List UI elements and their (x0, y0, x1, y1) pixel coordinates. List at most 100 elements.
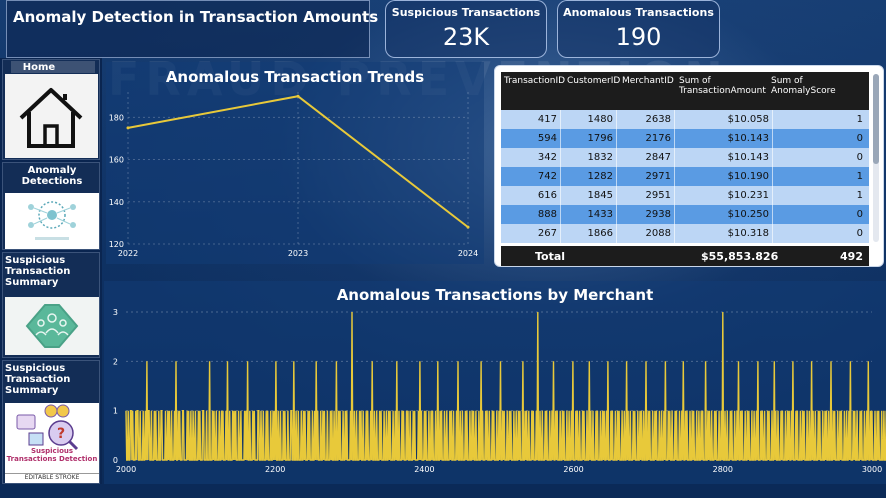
column-divider (674, 167, 675, 186)
thumb-caption: EDITABLE STROKE (5, 473, 99, 481)
table-cell: 1480 (587, 114, 613, 125)
table-cell: 2088 (645, 228, 671, 239)
table-cell: $10.318 (727, 228, 769, 239)
chart-title: Anomalous Transactions by Merchant (336, 286, 654, 304)
table-cell: $10.231 (727, 190, 769, 201)
kpi-card-suspicious[interactable]: Suspicious Transactions 23K (385, 0, 547, 58)
table-cell: 0 (856, 133, 863, 144)
svg-text:?: ? (57, 426, 65, 442)
column-header[interactable]: Sum of AnomalyScore (771, 76, 869, 96)
home-icon (5, 74, 98, 158)
table-cell: $10.143 (727, 152, 769, 163)
table-cell: 0 (856, 228, 863, 239)
table-cell: 0 (856, 152, 863, 163)
table-cell: 2938 (645, 209, 671, 220)
title-box: Anomaly Detection in Transaction Amounts (6, 0, 378, 58)
sidebar-item-label: Anomaly Detections (21, 165, 83, 187)
table-cell: 1 (856, 171, 863, 182)
table-cell: 267 (537, 228, 557, 239)
trend-line-chart: 120 140 160 180 2022 2023 2024 (109, 92, 478, 258)
table-row[interactable]: 342 1832 2847 $10.143 0 (501, 148, 869, 167)
table-cell: 888 (537, 209, 557, 220)
kpi-value: 190 (615, 23, 662, 51)
table-row[interactable]: 888 1433 2938 $10.250 0 (501, 205, 869, 224)
x-tick-label: 2022 (118, 249, 138, 258)
sidebar-item-suspicious-summary[interactable]: Suspicious Transaction Summary (2, 252, 100, 358)
table-cell: 2971 (645, 171, 671, 182)
table-cell: 1832 (587, 152, 613, 163)
y-tick-label: 180 (109, 113, 124, 122)
column-header[interactable]: CustomerID (567, 76, 620, 86)
x-tick-label: 2200 (265, 465, 285, 474)
transactions-table: TransactionID CustomerID MerchantID Sum … (494, 65, 884, 267)
fraud-detection-icon: ? Suspicious Transactions Detection EDIT… (5, 403, 99, 483)
sidebar-item-anomaly-detections[interactable]: Anomaly Detections (2, 162, 100, 250)
table-cell: 2638 (645, 114, 671, 125)
total-label: Total (535, 250, 566, 263)
table-cell: 2951 (645, 190, 671, 201)
scrollbar-thumb[interactable] (873, 74, 879, 164)
sidebar-item-home[interactable]: Home (2, 59, 100, 160)
y-tick-label: 1 (113, 407, 118, 416)
column-divider (674, 224, 675, 243)
chart-title: Anomalous Transaction Trends (165, 68, 425, 86)
column-header[interactable]: MerchantID (622, 76, 674, 86)
sidebar-item-label: Home (22, 62, 56, 73)
people-diamond-icon (5, 297, 99, 355)
merchant-area-chart: 0 1 2 3 2000 2200 2400 2600 2800 3000 (113, 308, 886, 474)
table-row[interactable]: 616 1845 2951 $10.231 1 (501, 186, 869, 205)
total-score: 492 (840, 250, 863, 263)
sidebar-item-label: Suspicious Transaction Summary (5, 363, 71, 396)
table-cell: $10.058 (727, 114, 769, 125)
table-row[interactable]: 417 1480 2638 $10.058 1 (501, 110, 869, 129)
table-cell: 1 (856, 190, 863, 201)
table-cell: 1 (856, 114, 863, 125)
table-cell: $10.190 (727, 171, 769, 182)
column-header[interactable]: Sum of TransactionAmount (679, 76, 767, 96)
y-tick-label: 0 (113, 456, 118, 465)
column-header[interactable]: TransactionID (504, 76, 565, 86)
table-cell: 594 (537, 133, 557, 144)
trends-chart-panel: Anomalous Transaction Trends 120 140 160 18… (106, 62, 484, 264)
table-row[interactable]: 742 1282 2971 $10.190 1 (501, 167, 869, 186)
x-tick-label: 3000 (862, 465, 882, 474)
x-tick-label: 2023 (288, 249, 308, 258)
table-cell: 1866 (587, 228, 613, 239)
sidebar-item-label: Suspicious Transaction Summary (5, 255, 71, 288)
y-tick-label: 120 (109, 240, 124, 249)
table-cell: 342 (537, 152, 557, 163)
table-cell: 1282 (587, 171, 613, 182)
kpi-label: Suspicious Transactions (391, 6, 541, 19)
column-divider (674, 129, 675, 148)
sidebar-nav: Home Anomaly Detections Suspicious Trans… (0, 58, 102, 484)
table-cell: 1433 (587, 209, 613, 220)
merchant-series-line (125, 311, 886, 461)
thumb-title: Suspicious Transactions Detection (6, 447, 98, 463)
table-cell: 742 (537, 171, 557, 182)
y-tick-label: 140 (109, 198, 124, 207)
table-cell: 616 (537, 190, 557, 201)
column-divider (674, 186, 675, 205)
table-row[interactable]: 267 1866 2088 $10.318 0 (501, 224, 869, 243)
table-cell: $10.250 (727, 209, 769, 220)
table-row[interactable]: 594 1796 2176 $10.143 0 (501, 129, 869, 148)
y-tick-label: 2 (113, 357, 118, 366)
table-cell: 417 (537, 114, 557, 125)
table-scrollbar[interactable] (873, 74, 879, 242)
sidebar-item-suspicious-summary-2[interactable]: Suspicious Transaction Summary ? Suspici… (2, 360, 100, 484)
data-point (126, 126, 130, 130)
table-header: TransactionID CustomerID MerchantID Sum … (501, 72, 869, 110)
y-tick-label: 3 (113, 308, 118, 317)
page-title: Anomaly Detection in Transaction Amounts (13, 8, 379, 26)
merchant-chart-panel: Anomalous Transactions by Merchant 0 1 2 3 2… (104, 281, 886, 484)
table-cell: 0 (856, 209, 863, 220)
x-tick-label: 2600 (563, 465, 583, 474)
network-diagram-icon (5, 193, 99, 249)
y-tick-label: 160 (109, 156, 124, 165)
x-tick-label: 2800 (713, 465, 733, 474)
x-tick-label: 2400 (414, 465, 434, 474)
column-divider (674, 205, 675, 224)
table-cell: 2847 (645, 152, 671, 163)
column-divider (674, 110, 675, 129)
kpi-card-anomalous[interactable]: Anomalous Transactions 190 (557, 0, 720, 58)
